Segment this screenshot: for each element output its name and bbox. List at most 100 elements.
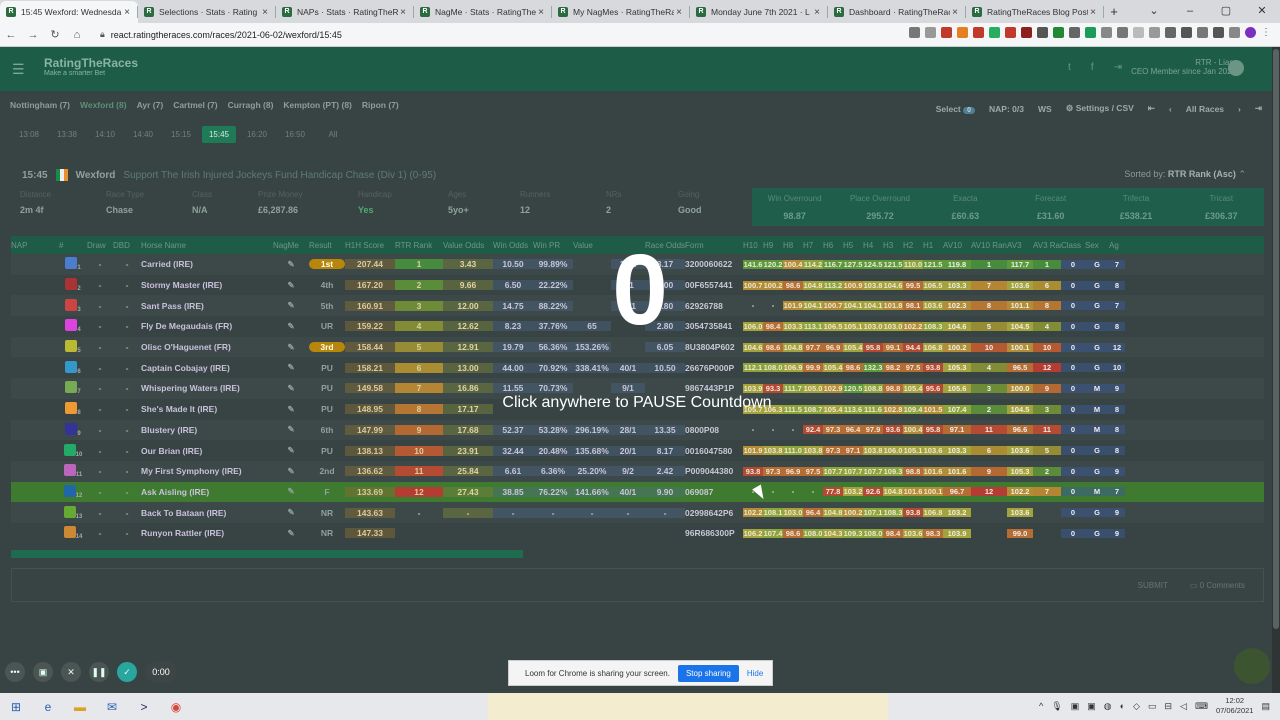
- browser-tab[interactable]: R NagMe · Stats · RatingTheRa ×: [414, 1, 552, 23]
- outlook-icon[interactable]: ✉: [96, 700, 128, 714]
- column-header[interactable]: H4: [863, 241, 883, 250]
- network-icon[interactable]: ⊟: [1164, 701, 1172, 712]
- tab-close-icon[interactable]: ×: [260, 7, 270, 18]
- all-races-button[interactable]: All Races: [1186, 104, 1224, 114]
- nagme-cell[interactable]: ✎: [273, 362, 309, 373]
- sort-indicator[interactable]: Sorted by: RTR Rank (Asc) ⌃: [1124, 169, 1246, 180]
- user-avatar[interactable]: [1228, 60, 1244, 76]
- tray-up-icon[interactable]: ^: [1039, 701, 1043, 711]
- page-scrollbar[interactable]: [1272, 47, 1280, 693]
- keyboard-icon[interactable]: ⌨: [1195, 701, 1208, 712]
- extension-red3-icon[interactable]: [1005, 27, 1016, 38]
- site-logo[interactable]: RatingTheRaces Make a smarter Bet: [44, 56, 138, 77]
- browser-tab[interactable]: R NAPs · Stats · RatingTheRa ×: [276, 1, 414, 23]
- hamburger-icon[interactable]: ☰: [12, 61, 25, 78]
- nagme-cell[interactable]: ✎: [273, 342, 309, 353]
- tray-app2-icon[interactable]: ▣: [1087, 701, 1096, 712]
- race-time-tab[interactable]: 16:50: [278, 126, 312, 143]
- column-header[interactable]: H2: [903, 241, 923, 250]
- new-tab-button[interactable]: +: [1104, 1, 1124, 23]
- next-race-icon[interactable]: ›: [1238, 104, 1241, 114]
- meeting-tab[interactable]: Cartmel (7): [173, 100, 217, 110]
- meeting-tab[interactable]: Ayr (7): [137, 100, 164, 110]
- column-header[interactable]: H10: [743, 241, 763, 250]
- horse-name[interactable]: Stormy Master (IRE): [141, 280, 273, 290]
- browser-tab[interactable]: R My NagMes · RatingTheRa ×: [552, 1, 690, 23]
- browser-tab[interactable]: R Monday June 7th 2021 · L ×: [690, 1, 828, 23]
- meeting-tab[interactable]: Wexford (8): [80, 100, 127, 110]
- nagme-cell[interactable]: ✎: [273, 259, 309, 270]
- table-row[interactable]: 12- - Ask Aisling (IRE) ✎ F 133.69 12 27.43 38.8…: [11, 481, 1264, 503]
- column-header[interactable]: H1H Score: [345, 241, 395, 250]
- race-time-tab[interactable]: 14:10: [88, 126, 122, 143]
- horse-name[interactable]: Olisc O'Haguenet (FR): [141, 342, 273, 352]
- pencil-icon[interactable]: ✎: [287, 486, 294, 496]
- column-header[interactable]: H3: [883, 241, 903, 250]
- column-header[interactable]: Form: [685, 241, 743, 250]
- column-header[interactable]: Class: [1061, 241, 1085, 250]
- collapse-icon[interactable]: ⌃: [1238, 169, 1246, 179]
- horse-name[interactable]: Our Brian (IRE): [141, 446, 273, 456]
- pause-recording-icon[interactable]: ❚❚: [89, 662, 109, 682]
- race-time-tab[interactable]: 15:45: [202, 126, 236, 143]
- column-header[interactable]: AV3 Rank: [1033, 241, 1061, 250]
- cancel-recording-icon[interactable]: ✕: [61, 662, 81, 682]
- extension-green-icon[interactable]: [989, 27, 1000, 38]
- column-header[interactable]: NagMe: [273, 241, 309, 250]
- horse-name[interactable]: Sant Pass (IRE): [141, 301, 273, 311]
- column-header[interactable]: DBD: [113, 241, 141, 250]
- extension-red2-icon[interactable]: [973, 27, 984, 38]
- pencil-icon[interactable]: ✎: [287, 445, 294, 455]
- table-row[interactable]: 14 - - Runyon Rattler (IRE) ✎ NR 147.33 96R6863…: [11, 523, 1264, 544]
- race-time-tab[interactable]: 14:40: [126, 126, 160, 143]
- camera-icon[interactable]: ▣: [33, 662, 53, 682]
- column-header[interactable]: RTR Rank: [395, 241, 443, 250]
- powershell-icon[interactable]: >: [128, 700, 160, 714]
- nagme-cell[interactable]: ✎: [273, 300, 309, 311]
- notifications-icon[interactable]: ▤: [1261, 701, 1270, 712]
- nagme-cell[interactable]: ✎: [273, 404, 309, 415]
- column-header[interactable]: Value Odds: [443, 241, 493, 250]
- tray-app4-icon[interactable]: ◐: [1120, 701, 1125, 711]
- horse-name[interactable]: Back To Bataan (IRE): [141, 508, 273, 518]
- browser-tab[interactable]: R Selections · Stats · Rating ×: [138, 1, 276, 23]
- tab-close-icon[interactable]: ×: [122, 7, 132, 18]
- pencil-icon[interactable]: ✎: [287, 259, 294, 269]
- column-header[interactable]: AV10 Rank: [971, 241, 1007, 250]
- chrome-icon[interactable]: ◉: [160, 700, 192, 714]
- file-explorer-icon[interactable]: ▬: [64, 700, 96, 714]
- ws-button[interactable]: WS: [1038, 104, 1052, 114]
- race-time-tab[interactable]: 15:15: [164, 126, 198, 143]
- pencil-icon[interactable]: ✎: [287, 300, 294, 310]
- column-header[interactable]: AV3: [1007, 241, 1033, 250]
- dropbox-icon[interactable]: ◇: [1133, 701, 1140, 712]
- race-time-tab[interactable]: 13:08: [12, 126, 46, 143]
- column-header[interactable]: Result: [309, 241, 345, 250]
- facebook-icon[interactable]: f: [1091, 62, 1094, 73]
- horse-name[interactable]: Whispering Waters (IRE): [141, 383, 273, 393]
- media-icon[interactable]: [1229, 27, 1240, 38]
- settings-button[interactable]: ⚙ Settings / CSV: [1066, 103, 1134, 114]
- home-icon[interactable]: ⌂: [66, 29, 88, 41]
- hide-button[interactable]: Hide: [747, 669, 763, 678]
- pencil-icon[interactable]: ✎: [287, 404, 294, 414]
- column-header[interactable]: H5: [843, 241, 863, 250]
- start-icon[interactable]: ⊞: [0, 700, 32, 714]
- nagme-cell[interactable]: ✎: [273, 321, 309, 332]
- menu-icon[interactable]: ⋮: [1261, 27, 1272, 38]
- column-header[interactable]: AV10: [943, 241, 971, 250]
- pencil-icon[interactable]: ✎: [287, 383, 294, 393]
- battery-icon[interactable]: ▭: [1148, 701, 1157, 712]
- puzzle-icon[interactable]: [1213, 27, 1224, 38]
- extension-grey3-icon[interactable]: [1117, 27, 1128, 38]
- meeting-tab[interactable]: Ripon (7): [362, 100, 399, 110]
- column-header[interactable]: Sex: [1085, 241, 1109, 250]
- nap-counter[interactable]: NAP: 0/3: [989, 104, 1024, 114]
- meeting-tab[interactable]: Curragh (8): [228, 100, 274, 110]
- table-row[interactable]: 13- - Back To Bataan (IRE) ✎ NR 143.63- - - - - - -…: [11, 502, 1264, 523]
- cast-icon[interactable]: [909, 27, 920, 38]
- mic-icon[interactable]: 🎙︎: [1051, 701, 1062, 712]
- pencil-icon[interactable]: ✎: [287, 507, 294, 517]
- extension-orange-icon[interactable]: [957, 27, 968, 38]
- table-row[interactable]: 9- - Blustery (IRE) ✎ 6th 147.99 9 17.68 52.37 53…: [11, 419, 1264, 441]
